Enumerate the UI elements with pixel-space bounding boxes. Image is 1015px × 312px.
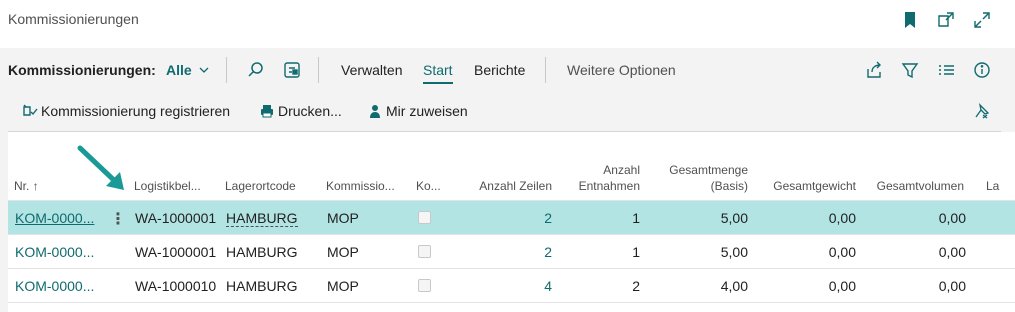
cell-volume: 0,00 (938, 278, 966, 294)
search-icon[interactable] (246, 60, 266, 80)
column-header-la[interactable]: La (986, 179, 999, 194)
view-filter-value: Alle (166, 62, 192, 78)
annotation-arrow-icon (77, 145, 124, 190)
cell-source-doc: WA-1000001 (135, 210, 217, 226)
cell-volume: 0,00 (938, 244, 966, 260)
column-header-picks-line2[interactable]: Entnahmen (560, 179, 640, 194)
column-header-picker[interactable]: Kommissio... (326, 179, 395, 194)
cell-qty: 4,00 (720, 278, 748, 294)
person-icon (367, 103, 383, 119)
row-checkbox (418, 211, 431, 224)
separator (226, 57, 227, 83)
register-icon (22, 103, 38, 119)
data-grid: Nr. ↑ Logistikbel... Lagerortcode Kommis… (8, 132, 1015, 312)
cell-picks: 2 (632, 278, 640, 294)
tab-berichte[interactable]: Berichte (474, 62, 525, 78)
cell-nr[interactable]: KOM-0000... (15, 210, 94, 226)
title-bar: Kommissionierungen (0, 0, 1015, 48)
assign-label: Mir zuweisen (386, 103, 468, 119)
column-header-source-doc[interactable]: Logistikbel... (134, 179, 201, 194)
cell-picker: MOP (327, 210, 359, 226)
column-header-picks-line1[interactable]: Anzahl (560, 163, 640, 178)
view-filter-dropdown[interactable]: Alle (166, 62, 210, 78)
row-checkbox (418, 279, 431, 292)
cell-lines[interactable]: 4 (452, 278, 552, 294)
cell-picker: MOP (327, 278, 359, 294)
register-label: Kommissionierung registrieren (41, 103, 231, 119)
row-checkbox (418, 245, 431, 258)
column-header-qty-line1[interactable]: Gesamtmenge (648, 163, 748, 178)
action-bar: Kommissionierungen: Alle Verwalten Start… (0, 49, 1015, 91)
cell-picker: MOP (327, 244, 359, 260)
column-header-weight[interactable]: Gesamtgewicht (756, 179, 856, 194)
cell-source-doc: WA-1000001 (135, 244, 217, 260)
filter-icon[interactable] (900, 60, 920, 80)
separator (545, 57, 546, 83)
table-row[interactable]: KOM-0000... WA-1000001 HAMBURG MOP 2 1 5… (8, 235, 1015, 269)
page-title: Kommissionierungen (8, 11, 139, 27)
expand-icon[interactable] (972, 10, 992, 30)
pin-off-icon (974, 103, 990, 119)
bookmark-icon[interactable] (900, 10, 920, 30)
list-view-icon[interactable] (936, 60, 956, 80)
register-pick-button[interactable]: Kommissionierung registrieren (22, 103, 230, 119)
cell-qty: 5,00 (720, 210, 748, 226)
open-new-window-icon[interactable] (936, 10, 956, 30)
cell-nr[interactable]: KOM-0000... (15, 278, 94, 294)
more-options-button[interactable]: Weitere Optionen (567, 62, 676, 78)
cell-picks: 1 (632, 210, 640, 226)
cell-weight: 0,00 (828, 278, 856, 294)
separator (318, 57, 319, 83)
edit-list-icon[interactable] (282, 60, 302, 80)
print-button[interactable]: Drucken... (259, 103, 342, 119)
cell-nr[interactable]: KOM-0000... (15, 244, 94, 260)
chevron-down-icon (199, 67, 209, 73)
column-header-volume[interactable]: Gesamtvolumen (864, 179, 964, 194)
share-icon[interactable] (864, 60, 884, 80)
cell-location[interactable]: HAMBURG (226, 210, 298, 227)
tab-start[interactable]: Start (423, 62, 453, 84)
list-label: Kommissionierungen: (8, 62, 156, 78)
table-row[interactable]: KOM-0000... WA-1000010 HAMBURG MOP 4 2 4… (8, 269, 1015, 303)
unpin-icon[interactable] (974, 103, 990, 119)
assign-to-me-button[interactable]: Mir zuweisen (367, 103, 468, 119)
cell-qty: 5,00 (720, 244, 748, 260)
info-icon[interactable] (972, 60, 992, 80)
cell-picks: 1 (632, 244, 640, 260)
cell-location: HAMBURG (226, 278, 298, 294)
cell-weight: 0,00 (828, 244, 856, 260)
promoted-actions-bar: Kommissionierung registrieren Drucken...… (0, 91, 1015, 131)
column-header-ko[interactable]: Ko... (416, 179, 441, 194)
cell-weight: 0,00 (828, 210, 856, 226)
printer-icon (259, 103, 275, 119)
row-menu-icon[interactable]: ⋮ (110, 209, 126, 229)
cell-source-doc: WA-1000010 (135, 278, 217, 294)
column-header-qty-line2[interactable]: (Basis) (648, 179, 748, 194)
column-header-lines[interactable]: Anzahl Zeilen (452, 179, 552, 194)
table-row[interactable]: KOM-0000... ⋮ WA-1000001 HAMBURG MOP 2 1… (8, 201, 1015, 235)
cell-lines[interactable]: 2 (452, 244, 552, 260)
column-header-location[interactable]: Lagerortcode (225, 179, 296, 194)
print-label: Drucken... (278, 103, 342, 119)
cell-location: HAMBURG (226, 244, 298, 260)
tab-verwalten[interactable]: Verwalten (341, 62, 402, 78)
cell-lines[interactable]: 2 (452, 210, 552, 226)
column-header-nr[interactable]: Nr. ↑ (14, 179, 39, 194)
cell-volume: 0,00 (938, 210, 966, 226)
